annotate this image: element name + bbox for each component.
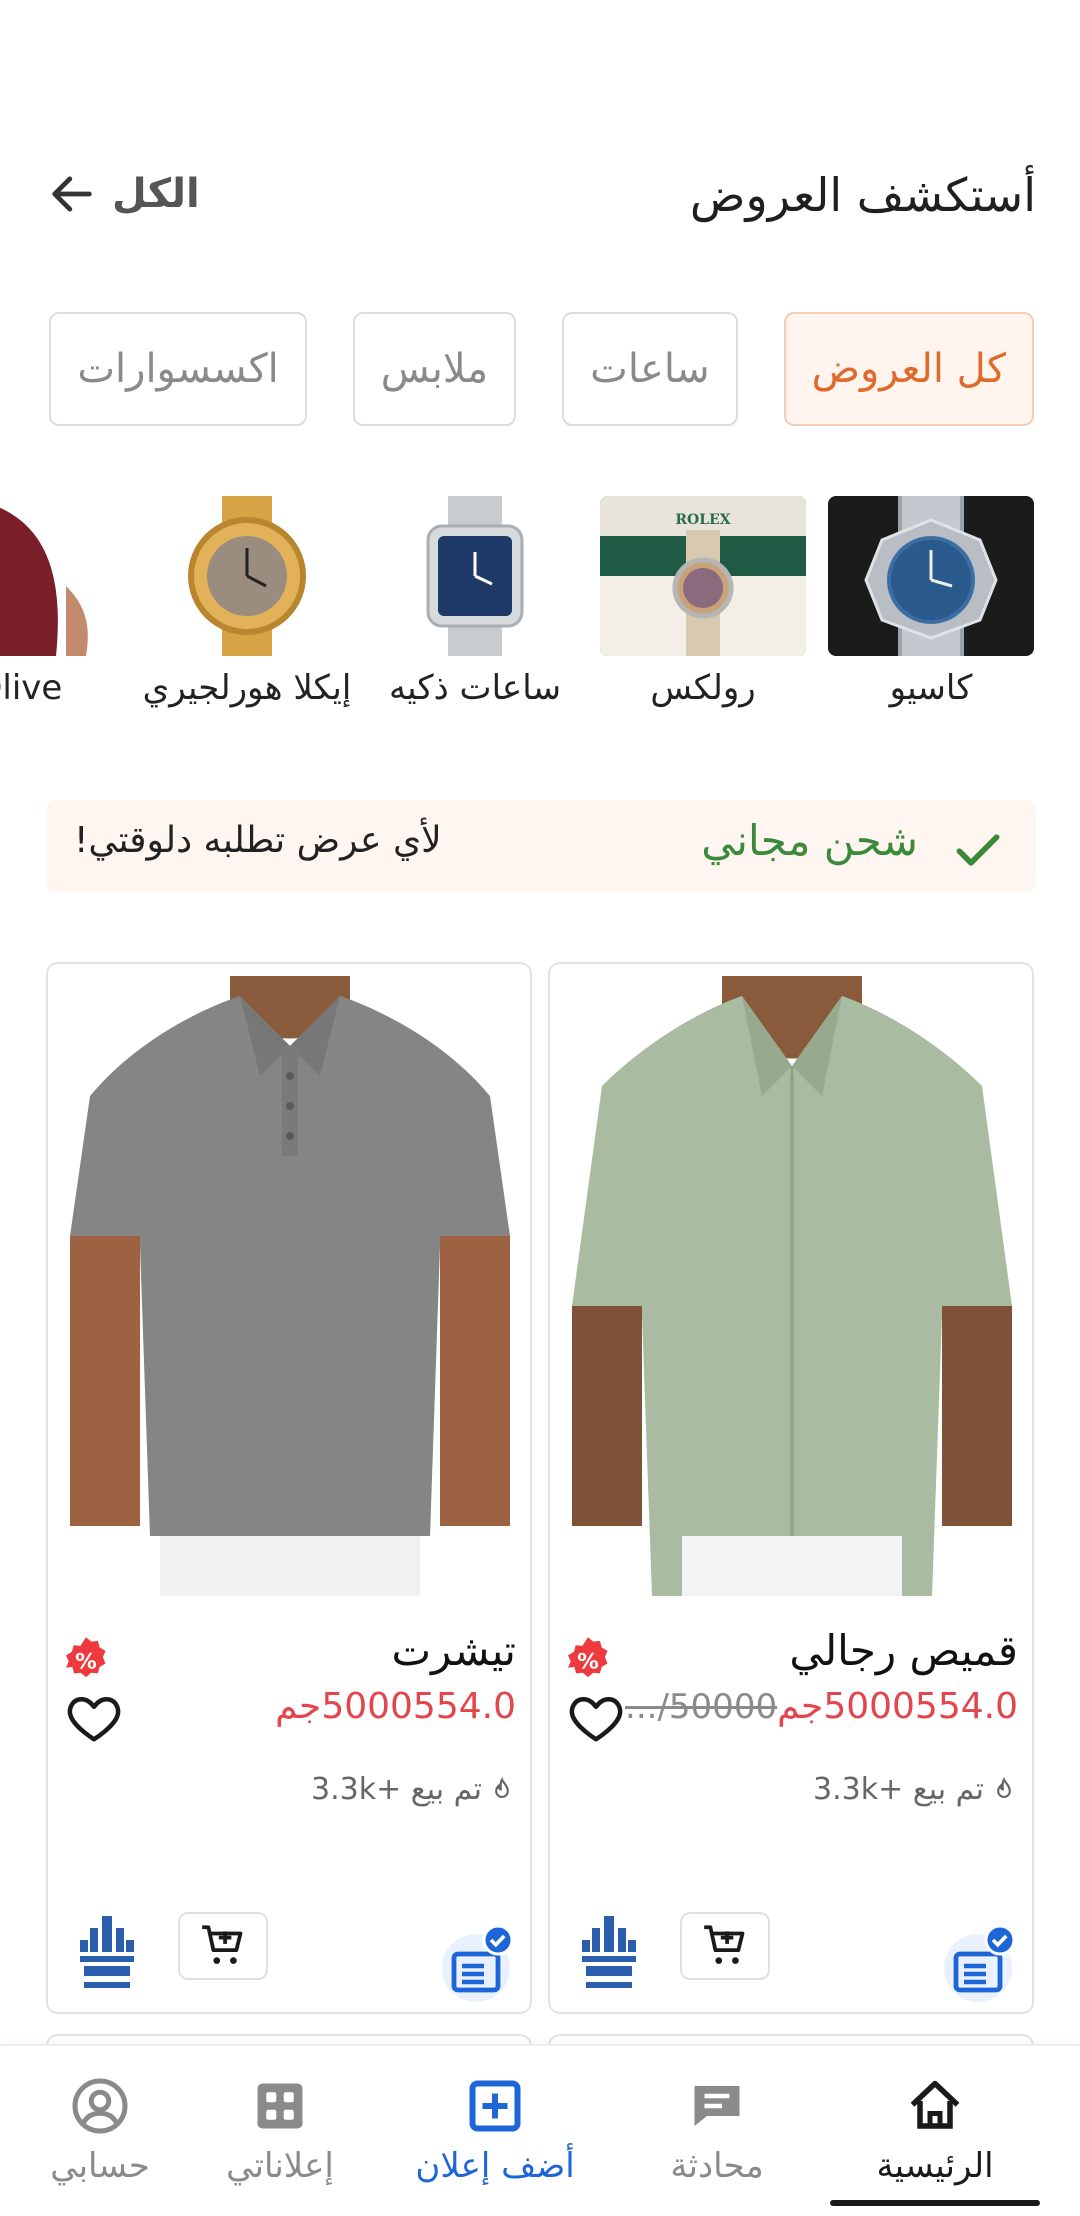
- price-current: 5000554.0جم: [777, 1686, 1018, 1727]
- product-title: قميص رجالي: [789, 1626, 1018, 1675]
- brand-rolex[interactable]: ROLEX رولكس: [600, 496, 806, 716]
- price-current: 5000554.0جم: [275, 1686, 516, 1727]
- flame-icon: [495, 1776, 509, 1798]
- brand-label: كاسيو: [889, 668, 973, 708]
- svg-text:ROLEX: ROLEX: [675, 512, 730, 528]
- brand-image: [372, 496, 578, 656]
- sold-label: تم بيع +3.3k: [813, 1772, 984, 1807]
- flame-icon: [997, 1776, 1011, 1798]
- see-all-label: الكل: [112, 171, 200, 217]
- add-to-cart-button[interactable]: [178, 1912, 268, 1980]
- free-shipping-banner: شحن مجاني لأي عرض تطلبه دلوقتي!: [46, 800, 1036, 892]
- sold-label: تم بيع +3.3k: [311, 1772, 482, 1807]
- arrow-left-icon: [52, 176, 92, 212]
- add-to-cart-icon: [704, 1925, 745, 1964]
- heart-icon[interactable]: [62, 1688, 126, 1748]
- category-chips: كل العروض ساعات ملابس اكسسوارات: [0, 312, 1034, 428]
- chip-watches[interactable]: ساعات: [562, 312, 738, 426]
- brand-image: ROLEX: [600, 496, 806, 656]
- brand-label: ساعات ذكيه: [388, 668, 562, 708]
- user-icon: [72, 2078, 128, 2134]
- add-to-cart-button[interactable]: [680, 1912, 770, 1980]
- see-all-link[interactable]: الكل: [46, 168, 200, 220]
- seller-logo: [80, 1916, 134, 1988]
- brand-image: [0, 496, 122, 656]
- bottom-nav: الرئيسية محادثة أضف إعلان إعلاناتي حسابي: [0, 2044, 1080, 2216]
- chat-icon: [694, 2086, 740, 2126]
- chip-clothes[interactable]: ملابس: [352, 312, 517, 426]
- add-to-cart-icon: [202, 1925, 243, 1964]
- brand-ikla[interactable]: إيكلا هورلجيري: [142, 496, 352, 716]
- brand-smart-watches[interactable]: ساعات ذكيه: [372, 496, 578, 716]
- home-icon: [910, 2080, 960, 2129]
- sold-count: تم بيع +3.3k: [813, 1772, 1018, 1807]
- heart-icon[interactable]: [564, 1688, 628, 1748]
- nav-home[interactable]: الرئيسية: [830, 2046, 1040, 2216]
- nav-home-label: الرئيسية: [876, 2146, 994, 2186]
- active-indicator: [830, 2200, 1040, 2206]
- product-card-shirt[interactable]: قميص رجالي % 5000554.0جم 50000/... تم بي…: [548, 962, 1034, 2014]
- brand-image: [828, 496, 1034, 656]
- nav-account-label: حسابي: [50, 2146, 150, 2186]
- add-square-icon: [469, 2080, 521, 2132]
- chip-all-offers[interactable]: كل العروض: [783, 312, 1034, 426]
- nav-chat-label: محادثة: [670, 2146, 764, 2186]
- nav-my-ads[interactable]: إعلاناتي: [200, 2046, 360, 2216]
- nav-my-ads-label: إعلاناتي: [226, 2146, 334, 2186]
- nav-add-ad[interactable]: أضف إعلان: [380, 2046, 610, 2216]
- page-title: أستكشف العروض: [689, 168, 1036, 222]
- price-row: 5000554.0جم: [275, 1686, 516, 1727]
- shipping-title: شحن مجاني: [701, 816, 918, 865]
- product-image: [562, 976, 1022, 1596]
- nav-add-ad-label: أضف إعلان: [415, 2146, 575, 2186]
- shipping-subtitle: لأي عرض تطلبه دلوقتي!: [74, 820, 442, 861]
- section-header: أستكشف العروض الكل: [46, 150, 1036, 250]
- product-card-tshirt[interactable]: تيشرت % 5000554.0جم تم بيع +3.3k: [46, 962, 532, 2014]
- svg-text:%: %: [577, 1650, 599, 1675]
- brand-olive[interactable]: Olive: [0, 496, 122, 716]
- product-title: تيشرت: [391, 1626, 516, 1675]
- price-old: 50000/...: [625, 1687, 778, 1727]
- seller-logo: [582, 1916, 636, 1988]
- nav-chat[interactable]: محادثة: [642, 2046, 792, 2216]
- brand-label: إيكلا هورلجيري: [142, 668, 352, 708]
- brand-casio[interactable]: كاسيو: [828, 496, 1034, 716]
- discount-badge-icon: %: [66, 1637, 106, 1678]
- brand-strip: كاسيو ROLEX رولكس ساعات ذكيه إيكلا هورلج…: [0, 496, 1034, 716]
- contact-seller-icon[interactable]: [938, 1924, 1018, 2004]
- product-image: [60, 976, 520, 1596]
- grid-icon: [257, 2083, 303, 2129]
- brand-label: رولكس: [650, 668, 756, 708]
- discount-badge-icon: %: [568, 1637, 608, 1678]
- contact-seller-icon[interactable]: [436, 1924, 516, 2004]
- nav-account[interactable]: حسابي: [30, 2046, 170, 2216]
- sold-count: تم بيع +3.3k: [311, 1772, 516, 1807]
- brand-label: Olive: [0, 668, 63, 708]
- check-icon: [956, 834, 1000, 866]
- brand-image: [144, 496, 350, 656]
- price-row: 5000554.0جم 50000/...: [625, 1686, 1018, 1727]
- chip-accessories[interactable]: اكسسوارات: [49, 312, 307, 426]
- svg-text:%: %: [75, 1650, 97, 1675]
